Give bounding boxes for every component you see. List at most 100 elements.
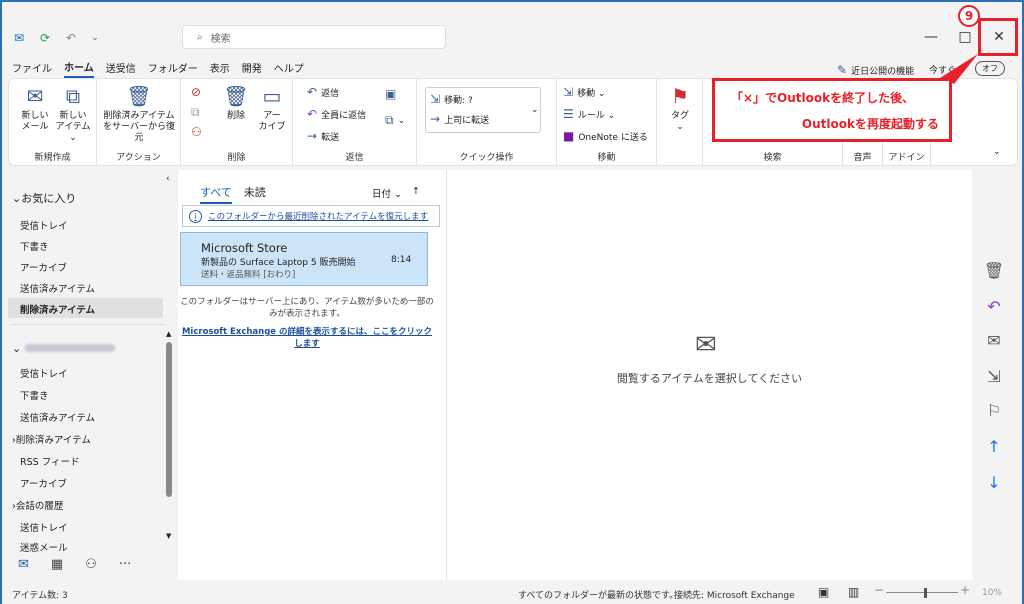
acct-drafts[interactable]: 下書き (20, 388, 49, 402)
acct-deleted-label: 削除済みアイテム (15, 435, 91, 446)
sort-direction[interactable]: ↑ (412, 186, 420, 200)
people-module-icon[interactable]: ⚇ (85, 557, 97, 572)
sort-by-date[interactable]: 日付 ⌄ (372, 186, 402, 200)
ribbon-collapse-chevron[interactable]: ⌄ (993, 147, 1001, 157)
rules-label: ルール ⌄ (577, 110, 616, 121)
fav-drafts[interactable]: 下書き (20, 239, 49, 253)
forward-button[interactable]: → 転送 (307, 129, 339, 143)
menu-file[interactable]: ファイル (12, 58, 52, 77)
quick-steps-gallery[interactable]: ⇲ 移動: ? → 上司に転送 (425, 87, 541, 133)
quick-step-to-boss[interactable]: → 上司に転送 (430, 112, 489, 126)
reply-all-button[interactable]: ↶ 全員に返信 (307, 107, 366, 121)
favorites-header[interactable]: ⌄お気に入り (12, 190, 76, 206)
reply-icon: ↶ (307, 85, 318, 99)
acct-history-label: 会話の履歴 (15, 501, 64, 512)
rules-icon: ☰ (563, 107, 574, 121)
collapse-pane-icon[interactable]: ‹ (166, 174, 170, 184)
reply-button[interactable]: ↶ 返信 (307, 85, 339, 99)
menu-send-receive[interactable]: 送受信 (106, 58, 136, 77)
reply-icon[interactable]: ↶ (982, 294, 1006, 318)
more-modules-icon[interactable]: ··· (119, 557, 131, 572)
group-label-move: 移動 (597, 153, 616, 163)
restore-label-2: をサーバーから復元 (103, 122, 175, 143)
ribbon-group-new: ✉ 新しい メール ⧉ 新しい アイテム ⌄ 新規作成 (9, 79, 97, 167)
folder-scrollbar[interactable] (166, 342, 172, 497)
restore-deleted-icon: 🗑 (126, 84, 152, 108)
calendar-module-icon[interactable]: ▦ (51, 557, 63, 572)
restore-deleted-link[interactable]: i このフォルダーから最近削除されたアイテムを復元します (182, 205, 440, 227)
tab-unread[interactable]: 未読 (244, 184, 266, 204)
junk-icon[interactable]: ⚇ (191, 125, 202, 139)
arrow-up-icon[interactable]: ↑ (982, 434, 1006, 458)
rules-button[interactable]: ☰ ルール ⌄ (563, 107, 615, 121)
restore-deleted-button[interactable]: 🗑 削除済みアイテム をサーバーから復元 (101, 85, 177, 144)
zoom-slider[interactable] (886, 592, 958, 593)
fav-deleted[interactable]: 削除済みアイテム (20, 302, 95, 316)
cleanup-icon[interactable]: ⧉ (191, 105, 200, 120)
acct-outbox[interactable]: 送信トレイ (20, 520, 68, 534)
trash-icon: 🗑 (223, 84, 249, 108)
flag-icon[interactable]: ⚐ (982, 398, 1006, 422)
message-item[interactable]: Microsoft Store 新製品の Surface Laptop 5 販売… (180, 232, 428, 286)
send-receive-icon[interactable]: ⟳ (38, 31, 52, 45)
move-button[interactable]: ⇲ 移動 ⌄ (563, 85, 605, 99)
fav-sent[interactable]: 送信済みアイテム (20, 281, 95, 295)
menu-view[interactable]: 表示 (210, 58, 230, 77)
acct-archive[interactable]: アーカイブ (20, 476, 67, 490)
group-label-action: アクション (116, 153, 161, 163)
acct-rss[interactable]: RSS フィード (20, 454, 80, 468)
new-item-button[interactable]: ⧉ 新しい アイテム ⌄ (53, 85, 93, 144)
zoom-in-icon[interactable]: + (960, 583, 970, 597)
sort-control: 日付 ⌄ ↑ (372, 186, 420, 200)
reply-label: 返信 (321, 88, 340, 99)
quick-step-move[interactable]: ⇲ 移動: ? (430, 92, 473, 106)
delete-icon[interactable]: 🗑 (982, 258, 1006, 282)
menu-folder[interactable]: フォルダー (148, 58, 198, 77)
move-icon[interactable]: ⇲ (982, 364, 1006, 388)
acct-sent[interactable]: 送信済みアイテム (20, 410, 95, 424)
menu-developer[interactable]: 開発 (242, 58, 262, 77)
tags-button[interactable]: ⚑ タグ ⌄ (663, 85, 697, 133)
message-list: すべて 未読 日付 ⌄ ↑ i このフォルダーから最近削除されたアイテムを復元し… (178, 170, 446, 580)
new-mail-button[interactable]: ✉ 新しい メール (19, 85, 51, 133)
menu-home[interactable]: ホーム (64, 57, 94, 78)
arrow-down-icon[interactable]: ↓ (982, 470, 1006, 494)
minimize-button[interactable]: — (914, 26, 948, 48)
reading-pane: ✉ 閲覧するアイテムを選択してください (446, 170, 972, 580)
normal-view-icon[interactable]: ▣ (818, 585, 829, 599)
outlook-app-icon: ✉ (13, 31, 25, 45)
fav-archive[interactable]: アーカイブ (20, 260, 67, 274)
group-label-search: 検索 (763, 153, 782, 163)
delete-button[interactable]: 🗑 削除 (221, 85, 251, 122)
ignore-icon[interactable]: ⊘ (191, 85, 201, 99)
scroll-down-arrow[interactable]: ▼ (166, 532, 171, 540)
zoom-slider-thumb[interactable] (924, 588, 927, 598)
move-label: 移動 ⌄ (577, 88, 606, 99)
maximize-button[interactable]: □ (948, 26, 982, 48)
acct-deleted[interactable]: ›削除済みアイテム (12, 432, 91, 446)
menu-help[interactable]: ヘルプ (274, 58, 304, 77)
exchange-details-link[interactable]: Microsoft Exchange の詳細を表示するには、ここをクリックします (180, 326, 434, 350)
upcoming-features-button[interactable]: ✎ 近日公開の機能 (837, 63, 914, 77)
step-number-badge: 9 (958, 5, 980, 27)
onenote-button[interactable]: ■ OneNote に送る (563, 129, 648, 143)
search-box[interactable]: ⌕ 検索 (182, 25, 446, 49)
account-header[interactable]: ⌄ (12, 342, 116, 355)
customize-qat-icon[interactable]: ⌄ (88, 31, 102, 45)
mail-icon[interactable]: ✉ (982, 328, 1006, 352)
new-mail-icon: ✉ (26, 84, 44, 108)
acct-conversation-history[interactable]: ›会話の履歴 (12, 498, 63, 512)
fav-inbox[interactable]: 受信トレイ (20, 218, 68, 232)
archive-button[interactable]: ▭ アー カイブ (257, 85, 287, 133)
group-label-delete: 削除 (227, 153, 246, 163)
quick-steps-expand[interactable]: ⌄ (531, 105, 539, 115)
zoom-out-icon[interactable]: − (874, 583, 884, 597)
mail-module-icon[interactable]: ✉ (18, 557, 29, 572)
meeting-reply-icon[interactable]: ▣ (385, 87, 396, 101)
reading-view-icon[interactable]: ▥ (848, 585, 859, 599)
scroll-up-arrow[interactable]: ▲ (166, 330, 171, 338)
tab-all[interactable]: すべて (200, 184, 232, 204)
more-respond-icon[interactable]: ⧉ ⌄ (385, 113, 405, 128)
undo-icon[interactable]: ↶ (64, 31, 78, 45)
acct-inbox[interactable]: 受信トレイ (20, 366, 68, 380)
